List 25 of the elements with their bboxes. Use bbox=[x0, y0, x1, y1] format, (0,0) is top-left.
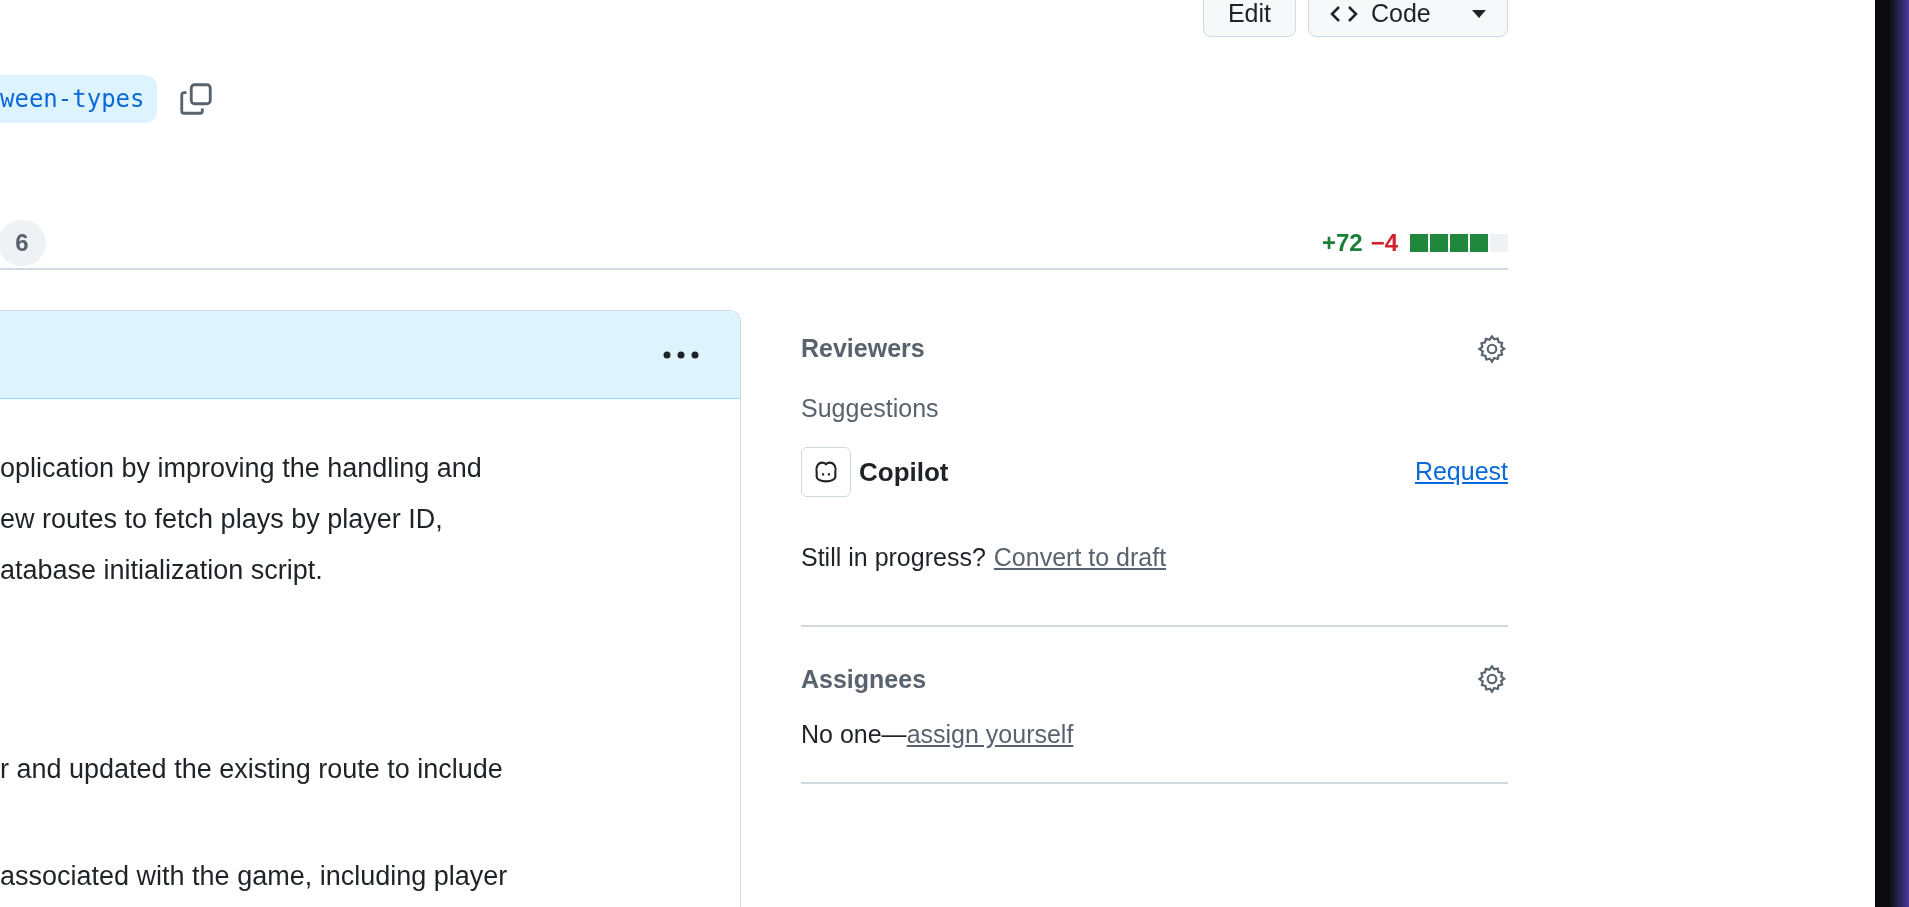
code-icon bbox=[1329, 3, 1359, 24]
tab-counter: 6 bbox=[0, 220, 46, 266]
description-text: oplication by improving the handling and bbox=[0, 452, 483, 485]
description-text: ew routes to fetch plays by player ID, bbox=[0, 503, 444, 536]
settings-icon[interactable] bbox=[1476, 332, 1508, 365]
additions-count: +72 bbox=[1321, 228, 1363, 258]
request-link[interactable]: Request bbox=[1414, 453, 1508, 491]
deletions-count: −4 bbox=[1370, 228, 1398, 258]
assign-yourself-link[interactable]: assign yourself bbox=[906, 716, 1074, 754]
description-text: r and updated the existing route to include bbox=[0, 753, 504, 786]
section-title[interactable]: Reviewers bbox=[801, 330, 925, 368]
edit-button[interactable]: Edit bbox=[1202, 0, 1296, 37]
settings-icon[interactable] bbox=[1476, 663, 1508, 696]
code-button[interactable]: Code bbox=[1308, 0, 1508, 37]
more-options-icon[interactable] bbox=[662, 349, 700, 360]
section-title[interactable]: Assignees bbox=[801, 660, 927, 698]
branch-name[interactable]: ween-types bbox=[0, 75, 157, 123]
caret-icon bbox=[1471, 8, 1487, 19]
convert-to-draft-link[interactable]: Convert to draft bbox=[993, 539, 1167, 577]
reviewer-name: Copilot bbox=[859, 455, 949, 489]
description-text: atabase initialization script. bbox=[0, 554, 324, 587]
suggestions-label: Suggestions bbox=[801, 392, 940, 424]
assignees-empty-text: No one— bbox=[801, 719, 907, 750]
description-text: associated with the game, including player bbox=[0, 860, 509, 893]
draft-prompt: Still in progress? bbox=[801, 542, 986, 573]
